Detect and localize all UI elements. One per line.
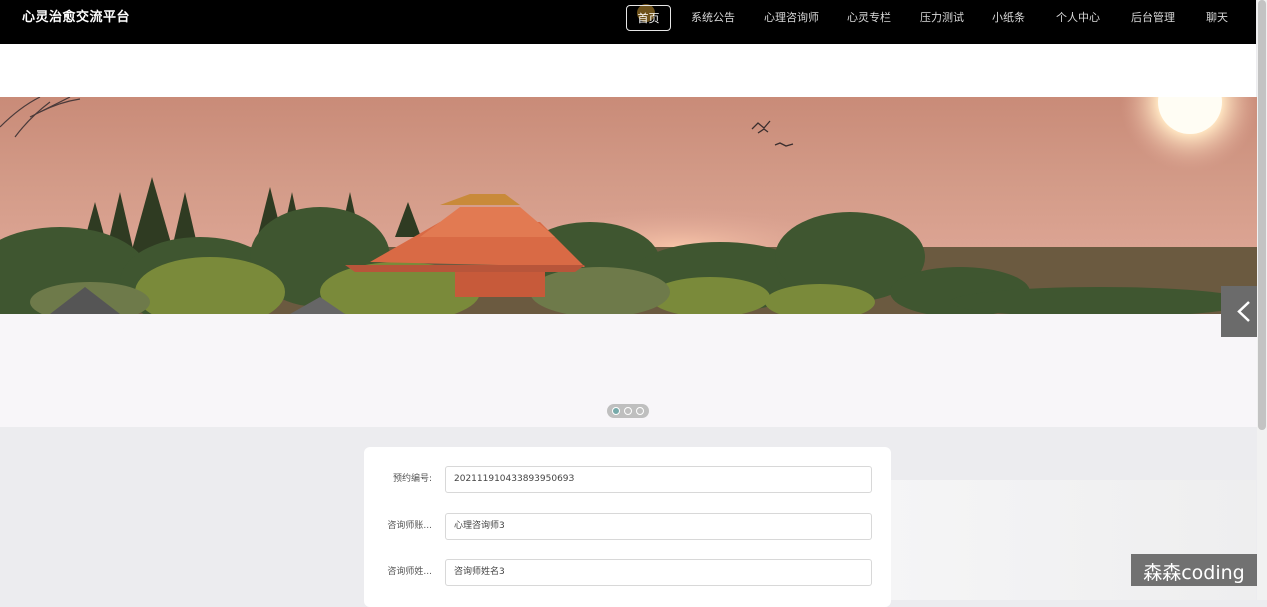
site-title: 心灵治愈交流平台 (22, 10, 131, 25)
form-row-appointment-id: 预约编号: 20211191043389395069З (364, 466, 891, 493)
form-row-counselor-account: 咨询师账... 心理咨询师3 (364, 513, 891, 540)
carousel-indicators (607, 404, 649, 418)
counselor-name-label: 咨询师姓... (387, 567, 432, 577)
counselor-account-field[interactable]: 心理咨询师3 (445, 513, 872, 540)
nav-item-column[interactable]: 心灵专栏 (847, 5, 891, 31)
header-spacer (0, 44, 1256, 97)
nav-item-profile[interactable]: 个人中心 (1056, 5, 1100, 31)
appointment-form: 预约编号: 20211191043389395069З 咨询师账... 心理咨询… (364, 447, 891, 607)
top-navbar: 心灵治愈交流平台 首页 系统公告 心理咨询师 心灵专栏 压力测试 小纸条 个人中… (0, 0, 1256, 44)
form-row-counselor-name: 咨询师姓... 咨询师姓名3 (364, 559, 891, 586)
scrollbar-thumb[interactable] (1258, 0, 1266, 430)
banner-image (0, 97, 1257, 314)
counselor-account-label: 咨询师账... (387, 521, 432, 531)
carousel-dot-1[interactable] (612, 407, 620, 415)
nav-item-admin[interactable]: 后台管理 (1131, 5, 1175, 31)
nav-item-notes[interactable]: 小纸条 (992, 5, 1025, 31)
watermark: 森森coding (1131, 554, 1257, 586)
nav-item-announcements[interactable]: 系统公告 (691, 5, 735, 31)
nav-item-stress-test[interactable]: 压力测试 (920, 5, 964, 31)
appointment-id-label: 预约编号: (392, 474, 432, 484)
carousel-dot-3[interactable] (636, 407, 644, 415)
appointment-id-field[interactable]: 20211191043389395069З (445, 466, 872, 493)
nav-item-chat[interactable]: 聊天 (1206, 5, 1228, 31)
carousel-dot-2[interactable] (624, 407, 632, 415)
nav-item-home[interactable]: 首页 (626, 5, 671, 31)
counselor-name-field[interactable]: 咨询师姓名3 (445, 559, 872, 586)
nav-item-counselors[interactable]: 心理咨询师 (764, 5, 819, 31)
